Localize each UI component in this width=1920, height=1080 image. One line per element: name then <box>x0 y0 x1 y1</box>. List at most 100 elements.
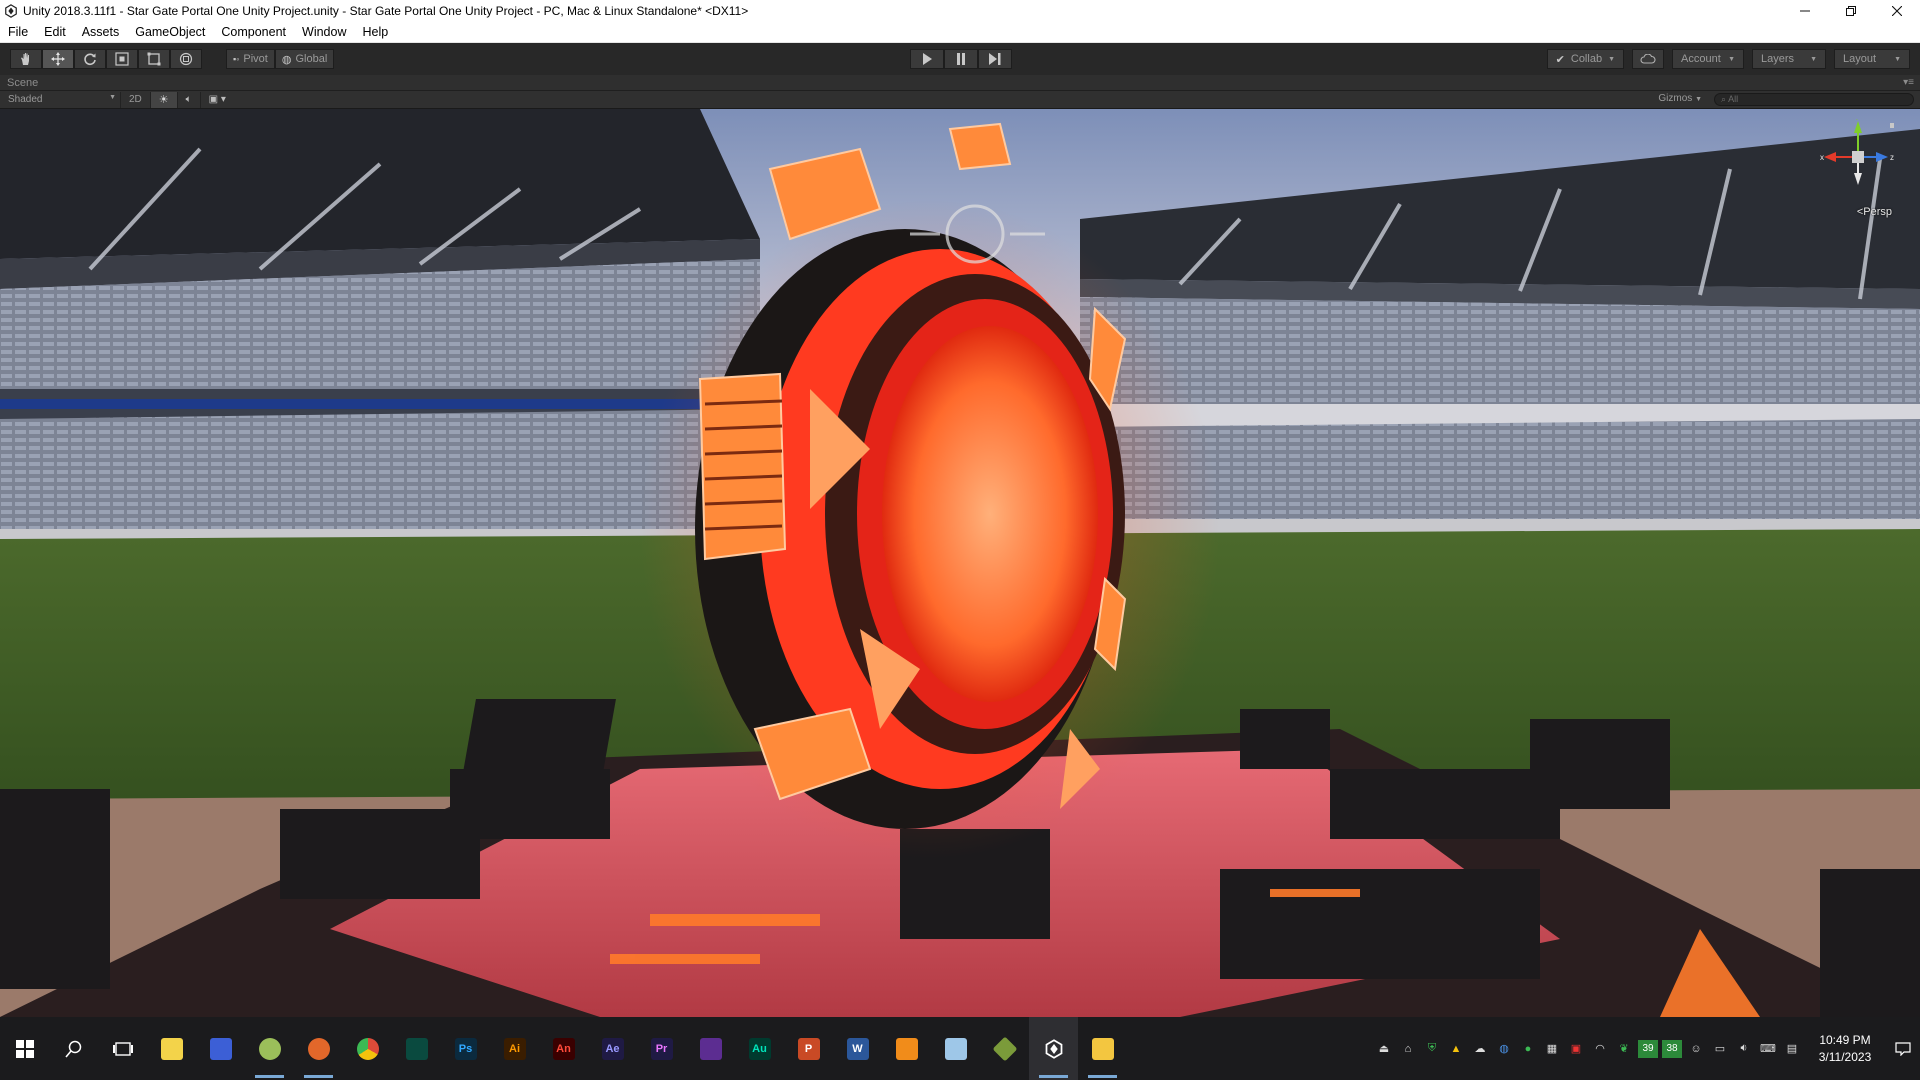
restore-button[interactable] <box>1828 0 1874 22</box>
shield-icon[interactable]: ⛨ <box>1420 1037 1444 1061</box>
taskbar-app-after-effects[interactable]: Ae <box>588 1017 637 1080</box>
minimize-button[interactable] <box>1782 0 1828 22</box>
layout-dropdown[interactable]: Layout ▼ <box>1834 49 1910 69</box>
pivot-toggle[interactable]: ▪◦ Pivot <box>226 49 275 69</box>
global-toggle[interactable]: ◍ Global <box>274 49 335 69</box>
shading-mode-dropdown[interactable]: Shaded ▼ <box>0 94 120 105</box>
taskbar-app-animate[interactable]: An <box>539 1017 588 1080</box>
taskbar-app-unity[interactable] <box>1029 1017 1078 1080</box>
taskbar-app-sticky-notes[interactable] <box>147 1017 196 1080</box>
start-button[interactable] <box>0 1017 49 1080</box>
battery-icon[interactable]: ▭ <box>1708 1037 1732 1061</box>
premiere-icon: Pr <box>650 1037 673 1060</box>
taskbar-app-word[interactable]: W <box>833 1017 882 1080</box>
menu-gameobject[interactable]: GameObject <box>127 22 213 43</box>
taskbar-app-paint[interactable] <box>245 1017 294 1080</box>
account-dropdown[interactable]: Account ▼ <box>1672 49 1744 69</box>
axis-z-label: z <box>1890 153 1894 162</box>
taskbar-app-visual-studio[interactable] <box>686 1017 735 1080</box>
taskbar-app-sublime[interactable] <box>882 1017 931 1080</box>
menu-file[interactable]: File <box>0 22 36 43</box>
title-bar: Unity 2018.3.11f1 - Star Gate Portal One… <box>0 0 1920 22</box>
tab-menu-icon[interactable]: ▾≡ <box>1903 77 1914 88</box>
collab-dropdown[interactable]: ✔ Collab ▼ <box>1546 49 1624 69</box>
volume-icon[interactable]: 🔉︎ <box>1732 1037 1756 1061</box>
chevron-down-icon: ▼ <box>1894 55 1901 63</box>
taskbar-app-chrome[interactable] <box>343 1017 392 1080</box>
taskbar-app-premiere[interactable]: Pr <box>637 1017 686 1080</box>
globe-icon[interactable]: ◍ <box>1492 1037 1516 1061</box>
play-button[interactable] <box>910 49 944 69</box>
wifi-icon[interactable]: ◠ <box>1588 1037 1612 1061</box>
taskbar-app-firefox[interactable] <box>294 1017 343 1080</box>
effects-toggle[interactable]: ▣ ▾ <box>199 91 234 108</box>
gpu-temp-badge[interactable]: 38 <box>1662 1039 1682 1058</box>
leaf-icon[interactable]: ❦ <box>1612 1037 1636 1061</box>
layers-dropdown[interactable]: Layers ▼ <box>1752 49 1826 69</box>
taskbar-app-photoshop[interactable]: Ps <box>441 1017 490 1080</box>
scene-search-input[interactable]: ⌕ All <box>1714 93 1914 106</box>
menu-edit[interactable]: Edit <box>36 22 74 43</box>
rotate-tool-button[interactable] <box>74 49 106 69</box>
language-icon[interactable]: ⌨ <box>1756 1037 1780 1061</box>
menu-assets[interactable]: Assets <box>74 22 128 43</box>
layout-label: Layout <box>1843 53 1877 65</box>
keyboard-icon[interactable]: ▤ <box>1780 1037 1804 1061</box>
taskbar-app-powerpoint[interactable]: P <box>784 1017 833 1080</box>
x-axis-cone-icon <box>1824 152 1836 162</box>
toggle-2d-button[interactable]: 2D <box>120 91 150 108</box>
scene-viewport[interactable]: y x z <Persp <box>0 109 1920 1017</box>
taskbar-app-audition[interactable]: Au <box>735 1017 784 1080</box>
pivot-label: Pivot <box>243 53 268 65</box>
scale-tool-button[interactable] <box>106 49 138 69</box>
close-button[interactable] <box>1874 0 1920 22</box>
pivot-icon: ▪◦ <box>233 54 240 64</box>
paint-icon <box>258 1037 281 1060</box>
task-view-button[interactable] <box>98 1017 147 1080</box>
taskbar-app-file-explorer[interactable] <box>1078 1017 1127 1080</box>
toggle-2d-label: 2D <box>129 94 142 105</box>
google-drive-icon[interactable]: ▲ <box>1444 1037 1468 1061</box>
taskbar-clock[interactable]: 10:49 PM 3/11/2023 <box>1804 1032 1886 1066</box>
menu-help[interactable]: Help <box>354 22 396 43</box>
cpu-temp-badge[interactable]: 39 <box>1638 1039 1658 1058</box>
orientation-gizmo[interactable]: y x z <box>1818 119 1898 219</box>
audio-toggle[interactable]: 🔈︎ <box>176 91 200 108</box>
move-tool-button[interactable] <box>42 49 74 69</box>
usb-icon[interactable]: ⏏ <box>1372 1037 1396 1061</box>
scene-tab[interactable]: Scene ▾≡ <box>0 75 1920 91</box>
chevron-down-icon: ▼ <box>109 94 116 101</box>
rotate-tool-icon <box>84 53 96 66</box>
display-icon[interactable]: ▦ <box>1540 1037 1564 1061</box>
rect-tool-button[interactable] <box>138 49 170 69</box>
layers-label: Layers <box>1761 53 1795 65</box>
security-icon[interactable]: ● <box>1516 1037 1540 1061</box>
cloud-sync-icon[interactable]: ☁ <box>1468 1037 1492 1061</box>
global-label: Global <box>295 53 328 65</box>
people-icon[interactable]: ☺ <box>1684 1037 1708 1061</box>
search-icon <box>64 1040 81 1058</box>
taskbar-app-notepad[interactable] <box>931 1017 980 1080</box>
lighting-toggle[interactable]: ☀ <box>149 91 177 108</box>
projection-label[interactable]: <Persp <box>1857 206 1892 218</box>
play-controls <box>910 49 1012 69</box>
notification-button[interactable] <box>1886 1017 1920 1080</box>
gizmos-dropdown[interactable]: Gizmos ▼ <box>1658 93 1702 104</box>
network-adapter-icon[interactable]: ⌂ <box>1396 1037 1420 1061</box>
step-button[interactable] <box>978 49 1012 69</box>
taskbar-app-winrar[interactable] <box>980 1017 1029 1080</box>
audition-icon: Au <box>748 1037 771 1060</box>
transform-tool-button[interactable] <box>170 49 202 69</box>
pdf-icon[interactable]: ▣ <box>1564 1037 1588 1061</box>
taskbar-app-azure[interactable] <box>196 1017 245 1080</box>
search-button[interactable] <box>49 1017 98 1080</box>
rect-tool-icon <box>147 52 161 66</box>
menu-window[interactable]: Window <box>294 22 354 43</box>
hand-tool-button[interactable] <box>10 49 42 69</box>
cloud-button[interactable] <box>1632 49 1664 69</box>
taskbar-app-media-encoder[interactable] <box>392 1017 441 1080</box>
menu-component[interactable]: Component <box>213 22 294 43</box>
taskbar-app-illustrator[interactable]: Ai <box>490 1017 539 1080</box>
pause-button[interactable] <box>944 49 978 69</box>
clock-time: 10:49 PM <box>1819 1032 1871 1047</box>
